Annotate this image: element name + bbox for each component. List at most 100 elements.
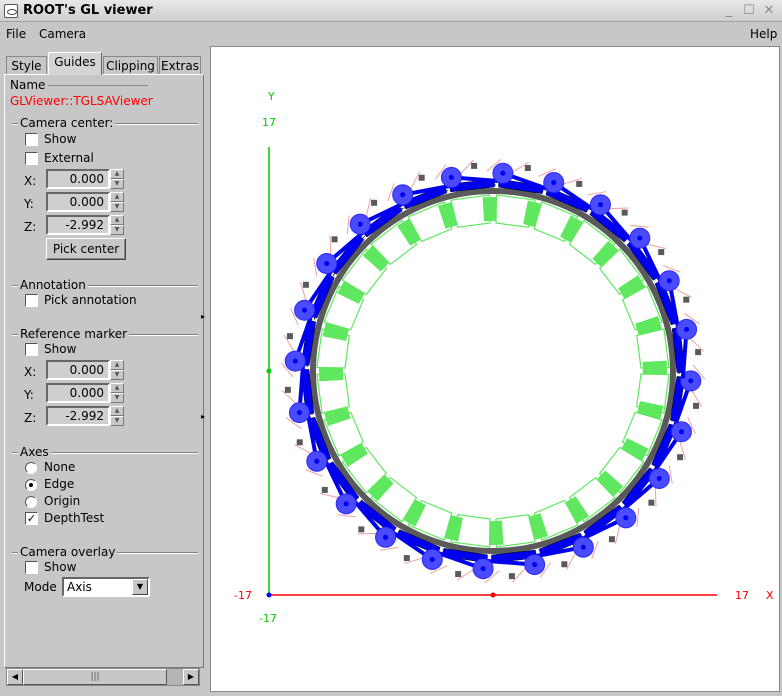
axes-origin-label: Origin xyxy=(44,494,81,508)
disc-center xyxy=(296,410,302,416)
reference-marker-show-label: Show xyxy=(44,342,77,356)
middle-ring xyxy=(310,188,676,554)
disc-center xyxy=(597,202,603,208)
outer-hit-trace xyxy=(329,235,332,255)
disc-center xyxy=(678,429,684,435)
camera-overlay-show-checkbox[interactable] xyxy=(25,561,38,574)
camera-center-y-spinner[interactable]: ▲ ▼ xyxy=(110,192,124,212)
inner-module-edge xyxy=(337,281,365,304)
dropdown-arrow-icon[interactable]: ▼ xyxy=(132,579,148,595)
disc-center xyxy=(623,515,629,521)
disc-center xyxy=(324,261,330,267)
menu-camera[interactable]: Camera xyxy=(39,27,86,41)
gray-connector xyxy=(608,536,615,543)
depthtest-checkbox[interactable]: ✓ xyxy=(25,512,38,525)
outer-hit-trace xyxy=(357,532,377,535)
scroll-right-icon[interactable]: ▶ xyxy=(183,669,199,685)
disc-center xyxy=(684,326,690,332)
outer-hit-trace xyxy=(319,492,339,499)
expand-arrow-icon[interactable]: ▸ xyxy=(201,412,205,421)
camera-center-z-label: Z: xyxy=(24,220,37,234)
outer-hit-trace xyxy=(565,553,576,571)
camera-center-external-label: External xyxy=(44,151,94,165)
menu-file[interactable]: File xyxy=(6,27,26,41)
pick-center-button[interactable]: Pick center xyxy=(46,238,126,260)
x-axis-left-tick: -17 xyxy=(234,589,252,602)
tab-extras[interactable]: Extras xyxy=(159,56,201,75)
camera-overlay-mode-select[interactable]: Axis ▼ xyxy=(62,577,150,597)
reference-marker-z-input[interactable]: -2.992 xyxy=(46,406,110,426)
axes-edge-radio[interactable] xyxy=(25,479,37,491)
gray-connector xyxy=(284,386,291,393)
y-axis-bottom-tick: -17 xyxy=(259,612,277,625)
camera-overlay-show-label: Show xyxy=(44,560,77,574)
gl-viewport[interactable]: Y 17 -17 -17 17 X xyxy=(210,46,780,692)
scroll-thumb[interactable]: ||| xyxy=(23,669,167,685)
disc-center xyxy=(551,180,557,186)
camera-overlay-mode-value: Axis xyxy=(67,580,92,594)
camera-center-z-input[interactable]: -2.992 xyxy=(46,215,110,235)
disc-center xyxy=(480,566,486,572)
reference-marker-x-spinner[interactable]: ▲ ▼ xyxy=(110,360,124,380)
gray-connector xyxy=(621,209,628,216)
inner-module-edge xyxy=(489,520,504,545)
menu-help[interactable]: Help xyxy=(750,27,777,41)
disc-center xyxy=(400,192,406,198)
detector-scene: Y 17 -17 -17 17 X xyxy=(234,90,774,625)
camera-center-external-checkbox[interactable] xyxy=(25,152,38,165)
outer-hit-trace xyxy=(609,207,629,210)
gray-connector xyxy=(658,249,665,256)
viewer-name: GLViewer::TGLSAViewer xyxy=(10,94,153,108)
camera-center-y-input[interactable]: 0.000 xyxy=(46,192,110,212)
gray-connector xyxy=(693,402,700,409)
disc-center xyxy=(448,174,454,180)
reference-marker-z-spinner[interactable]: ▲ ▼ xyxy=(110,406,124,426)
gray-connector xyxy=(683,296,690,303)
reference-marker-x-input[interactable]: 0.000 xyxy=(46,360,110,380)
disc-center xyxy=(580,544,586,550)
reference-marker-y-input[interactable]: 0.000 xyxy=(46,383,110,403)
name-divider xyxy=(48,85,148,86)
gray-connector xyxy=(695,349,702,356)
camera-center-z-spinner[interactable]: ▲ ▼ xyxy=(110,215,124,235)
tab-clipping[interactable]: Clipping xyxy=(103,56,158,75)
inner-module-edge xyxy=(560,215,583,243)
gray-connector xyxy=(455,571,462,578)
panel-horizontal-scrollbar[interactable]: ◀ ||| ▶ xyxy=(6,668,200,686)
close-button[interactable]: ✕ xyxy=(760,2,778,20)
disc-center xyxy=(532,562,538,568)
annotation-title: Annotation xyxy=(18,278,88,292)
camera-center-x-input[interactable]: 0.000 xyxy=(46,169,110,189)
pick-annotation-label: Pick annotation xyxy=(44,293,137,307)
outer-hit-trace xyxy=(379,546,399,551)
minimize-button[interactable]: _ xyxy=(720,2,738,20)
gray-connector xyxy=(358,526,365,533)
inner-module-edge xyxy=(319,367,344,382)
axes-none-radio[interactable] xyxy=(25,462,37,474)
disc-center xyxy=(429,556,435,562)
disc-center xyxy=(292,358,298,364)
title-bar: ROOT's GL viewer _ ☐ ✕ xyxy=(0,0,782,22)
y-axis-top-tick: 17 xyxy=(262,116,276,129)
axes-origin-radio[interactable] xyxy=(25,496,37,508)
camera-center-show-checkbox[interactable] xyxy=(25,133,38,146)
collapse-arrow-icon[interactable]: ▸ xyxy=(201,312,205,321)
pick-annotation-checkbox[interactable] xyxy=(25,294,38,307)
outer-hit-trace xyxy=(636,507,640,527)
camera-overlay-title: Camera overlay xyxy=(18,545,118,559)
outer-hit-trace xyxy=(313,257,318,277)
camera-center-x-spinner[interactable]: ▲ ▼ xyxy=(110,169,124,189)
reference-marker-y-spinner[interactable]: ▲ ▼ xyxy=(110,383,124,403)
camera-center-y-label: Y: xyxy=(24,197,34,211)
x-axis-label: X xyxy=(766,589,774,602)
reference-marker-show-checkbox[interactable] xyxy=(25,343,38,356)
scroll-left-icon[interactable]: ◀ xyxy=(7,669,23,685)
axes-none-label: None xyxy=(44,460,76,474)
inner-module-edge xyxy=(642,360,667,375)
maximize-button[interactable]: ☐ xyxy=(740,2,758,20)
x-axis-midpoint-marker xyxy=(490,592,496,598)
tab-style[interactable]: Style xyxy=(6,56,47,75)
tab-guides[interactable]: Guides xyxy=(48,52,102,75)
outer-hit-trace xyxy=(629,224,649,228)
gray-connector xyxy=(677,454,684,461)
